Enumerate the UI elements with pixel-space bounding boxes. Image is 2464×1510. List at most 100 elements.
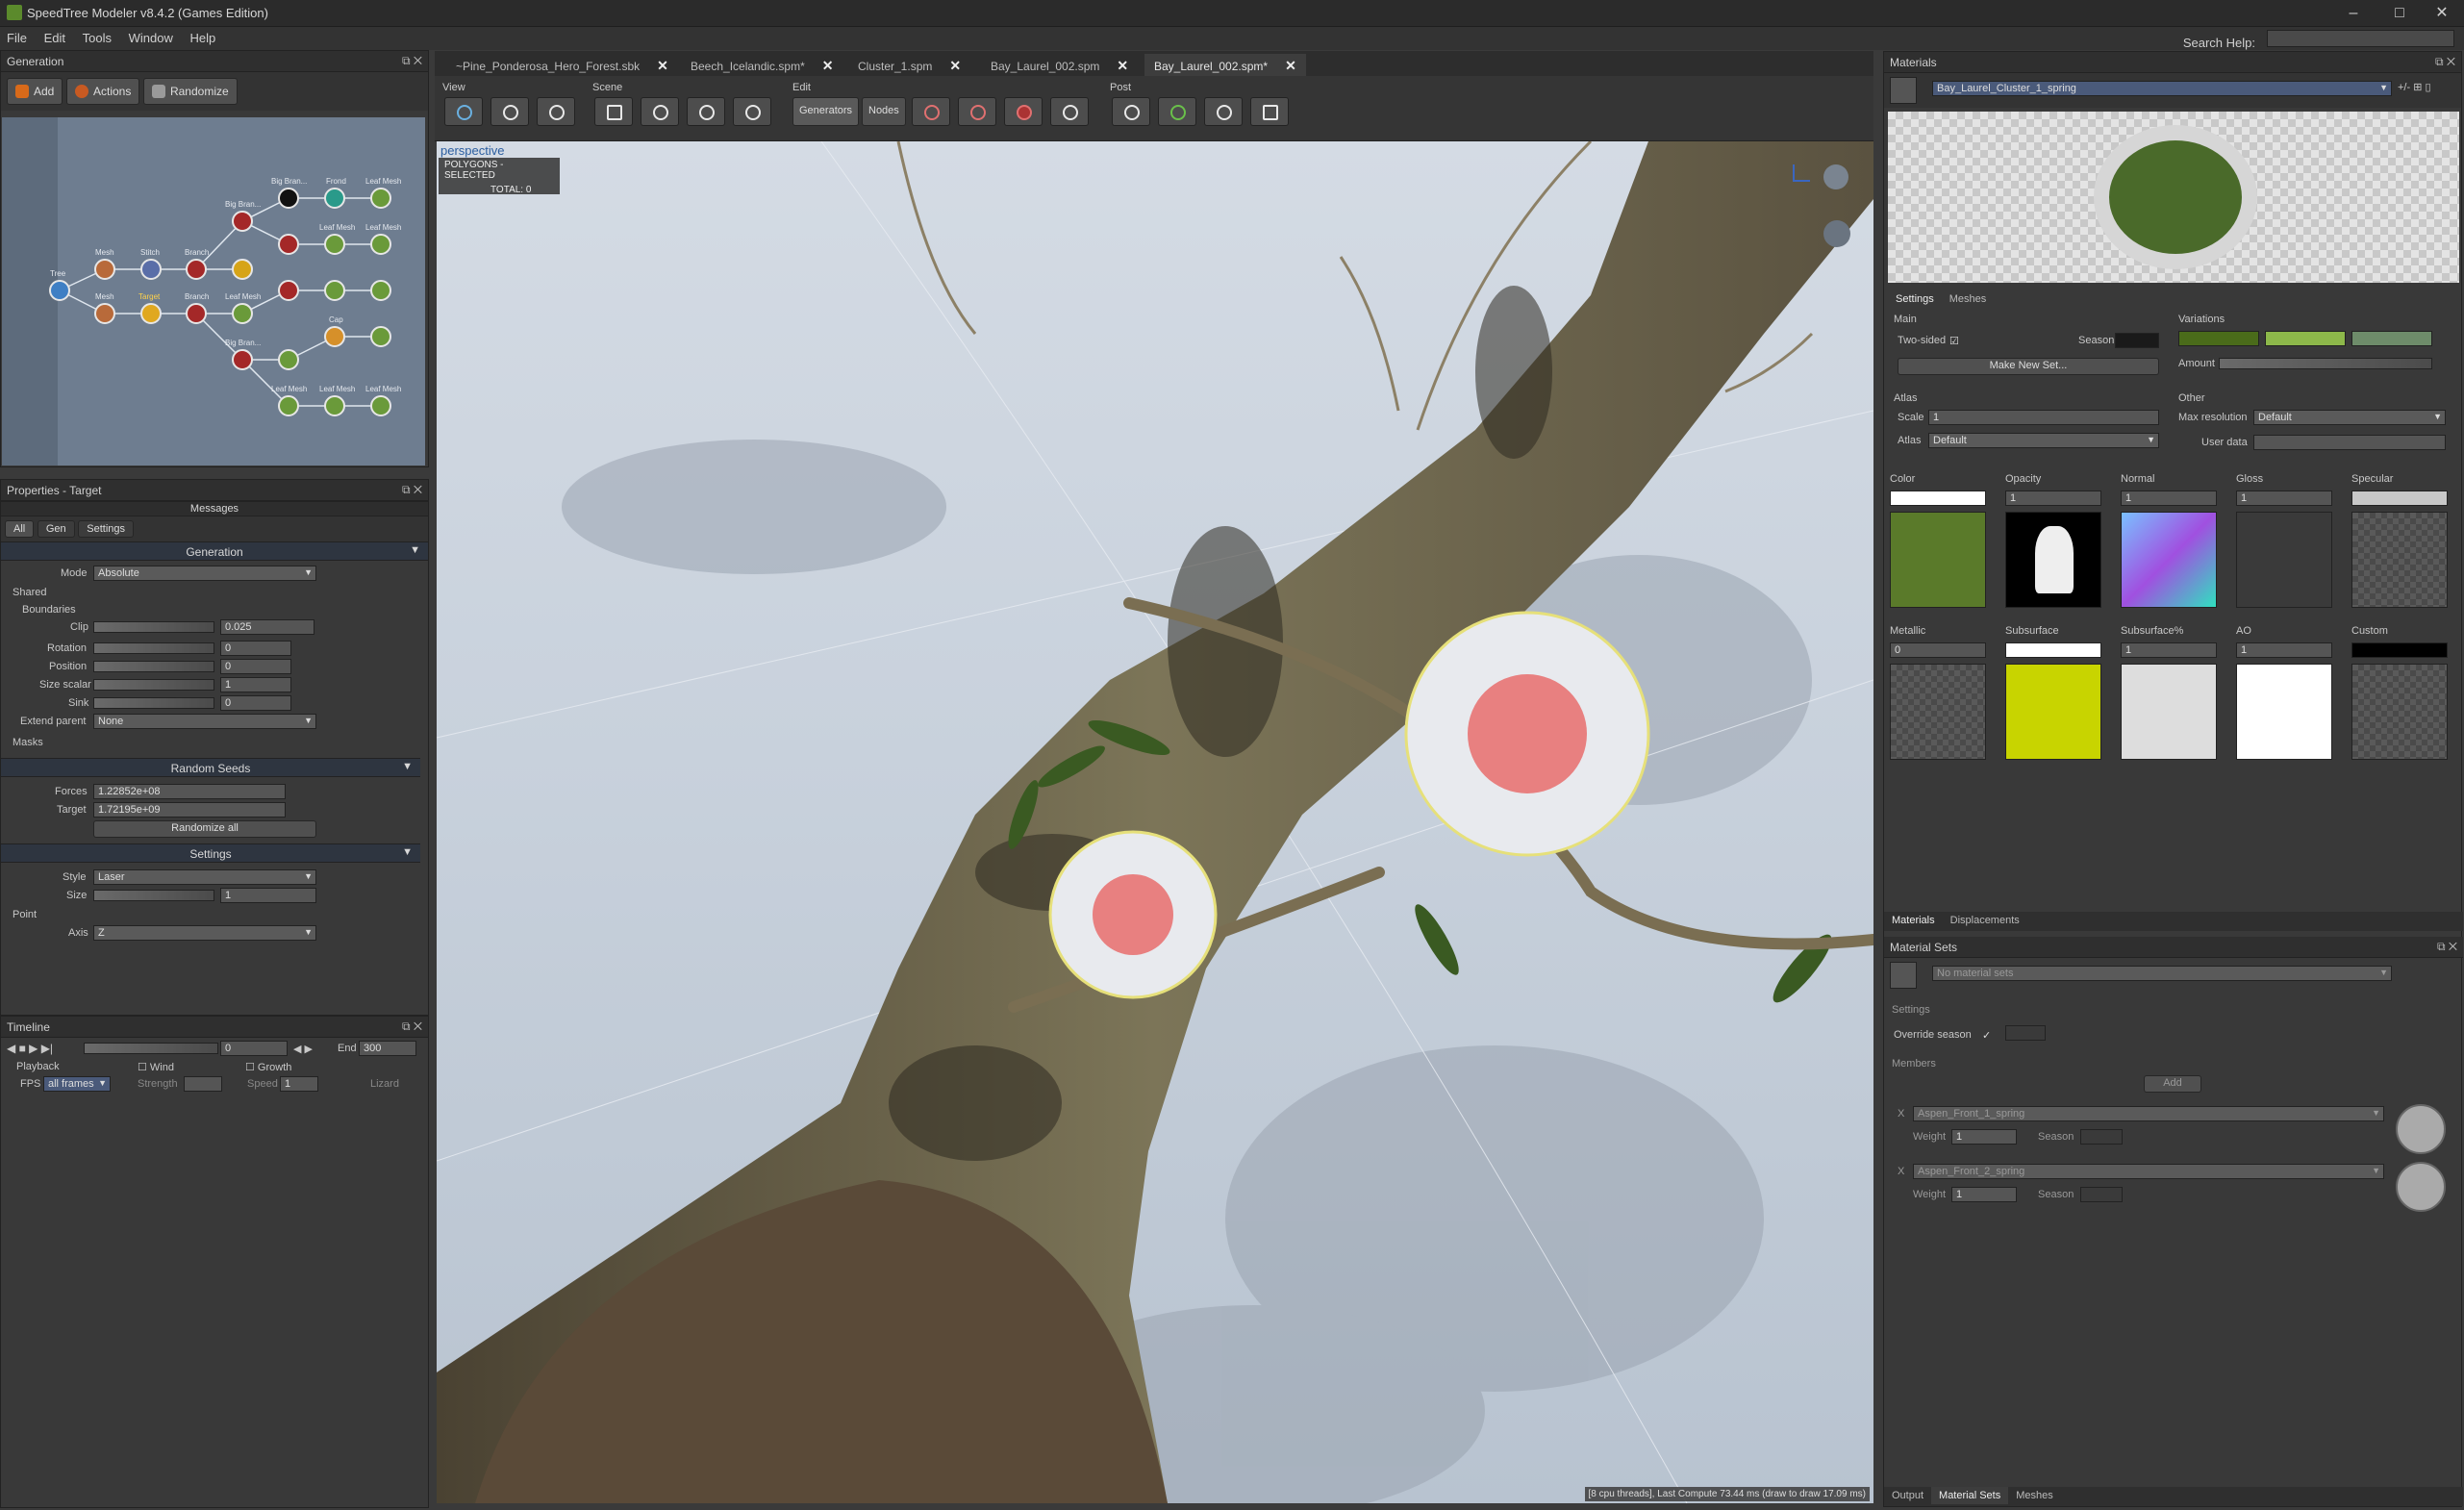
clip-slider[interactable] [93, 621, 214, 633]
rotation-slider[interactable] [93, 642, 214, 654]
metallic-value[interactable]: 0 [1890, 642, 1986, 658]
close-tab-icon[interactable]: ✕ [822, 58, 834, 73]
normal-texture-thumbnail[interactable] [2121, 512, 2217, 608]
speed-field[interactable]: 1 [280, 1076, 318, 1092]
remove-member-1-icon[interactable]: X [1898, 1108, 1904, 1120]
make-new-set-button[interactable]: Make New Set... [1898, 358, 2159, 375]
leaf-mesh-node-icon[interactable] [278, 349, 299, 370]
viewport-mode-label[interactable]: perspective [440, 143, 504, 158]
size-field[interactable]: 1 [220, 888, 316, 903]
leaf-mesh-node-icon[interactable] [324, 395, 345, 416]
panel-close-icon[interactable]: ⧉ ✕ [402, 54, 422, 68]
generation-section-header[interactable]: Generation ▼ [1, 541, 428, 561]
custom-swatch[interactable] [2351, 642, 2448, 658]
menu-edit[interactable]: Edit [38, 27, 72, 49]
subsurface-swatch[interactable] [2005, 642, 2101, 658]
camera-icon[interactable] [1823, 220, 1850, 247]
menu-help[interactable]: Help [183, 27, 222, 49]
edit-tool-4-button[interactable] [1050, 97, 1089, 126]
close-tab-icon[interactable]: ✕ [1285, 58, 1296, 73]
growth-checkbox[interactable]: ☐ Growth [245, 1061, 291, 1073]
branch-node-icon[interactable] [278, 280, 299, 301]
subtab-settings[interactable]: Settings [1888, 290, 1942, 308]
position-slider[interactable] [93, 661, 214, 672]
tab-output[interactable]: Output [1884, 1487, 1931, 1504]
metallic-texture-thumbnail[interactable] [1890, 664, 1986, 760]
panel-close-icon[interactable]: ⧉ ✕ [402, 1019, 422, 1034]
fps-dropdown[interactable]: all frames [43, 1076, 111, 1092]
gloss-texture-thumbnail[interactable] [2236, 512, 2332, 608]
step-icons[interactable]: ◀ ▶ [293, 1043, 313, 1055]
gloss-value[interactable]: 1 [2236, 491, 2332, 506]
3d-viewport[interactable]: perspective POLYGONS - SELECTED TOTAL: 0… [437, 141, 1873, 1503]
edit-tool-3-button[interactable] [1004, 97, 1043, 126]
edit-tool-1-button[interactable] [912, 97, 950, 126]
scene-curve-button[interactable] [594, 97, 633, 126]
branch-node-icon[interactable] [232, 349, 253, 370]
subsurface-percent-texture-thumbnail[interactable] [2121, 664, 2217, 760]
forces-seed-field[interactable]: 1.22852e+08 [93, 784, 286, 799]
camera-orbit-button[interactable] [490, 97, 529, 126]
post-tool-3-button[interactable] [1204, 97, 1243, 126]
scale-field[interactable]: 1 [1928, 410, 2159, 425]
zoom-button[interactable] [537, 97, 575, 126]
color-texture-thumbnail[interactable] [1890, 512, 1986, 608]
tab-material-sets[interactable]: Material Sets [1931, 1487, 2009, 1504]
normal-value[interactable]: 1 [2121, 491, 2217, 506]
specular-texture-thumbnail[interactable] [2351, 512, 2448, 608]
member-2-weight-field[interactable]: 1 [1951, 1187, 2017, 1202]
hand-icon[interactable] [1890, 77, 1917, 104]
size-scalar-field[interactable]: 1 [220, 677, 291, 692]
menu-window[interactable]: Window [122, 27, 180, 49]
max-resolution-dropdown[interactable]: Default [2253, 410, 2446, 425]
leaf-mesh-node-icon[interactable] [370, 326, 391, 347]
two-sided-checkbox[interactable]: ☑ [1949, 335, 1959, 347]
season-swatch[interactable] [2115, 333, 2159, 348]
frame-field[interactable]: 0 [220, 1041, 288, 1056]
material-preview[interactable] [1888, 112, 2459, 283]
axis-dropdown[interactable]: Z [93, 925, 316, 941]
panel-close-icon[interactable]: ⧉ ✕ [2435, 55, 2455, 69]
opacity-texture-thumbnail[interactable] [2005, 512, 2101, 608]
add-button[interactable]: Add [7, 78, 63, 105]
maximize-button[interactable]: □ [2381, 2, 2418, 25]
leaf-mesh-node-icon[interactable] [370, 234, 391, 255]
tab-all[interactable]: All [5, 520, 35, 538]
mesh-node-icon[interactable] [94, 259, 115, 280]
tab-settings[interactable]: Settings [78, 520, 135, 538]
close-tab-icon[interactable]: ✕ [1117, 58, 1128, 73]
leaf-mesh-node-icon[interactable] [324, 280, 345, 301]
user-data-field[interactable] [2253, 435, 2446, 450]
style-dropdown[interactable]: Laser [93, 869, 316, 885]
variation-swatch-2[interactable] [2265, 331, 2346, 346]
ao-value[interactable]: 1 [2236, 642, 2332, 658]
branch-node-icon[interactable] [186, 259, 207, 280]
nodes-button[interactable]: Nodes [862, 97, 906, 126]
wind-checkbox[interactable]: ☐ Wind [138, 1061, 174, 1073]
clip-field[interactable]: 0.025 [220, 619, 314, 635]
extend-parent-dropdown[interactable]: None [93, 714, 316, 729]
tab-materials[interactable]: Materials [1884, 912, 1943, 929]
specular-swatch[interactable] [2351, 491, 2448, 506]
leaf-mesh-node-icon[interactable] [324, 234, 345, 255]
material-add-icons[interactable]: +/- ⊞ ▯ [2398, 81, 2431, 93]
tab-doc-3[interactable]: Cluster_1.spm ✕ [848, 54, 970, 76]
member-1-weight-field[interactable]: 1 [1951, 1129, 2017, 1145]
panel-close-icon[interactable]: ⧉ ✕ [402, 483, 422, 497]
position-field[interactable]: 0 [220, 659, 291, 674]
sink-field[interactable]: 0 [220, 695, 291, 711]
strength-field[interactable] [184, 1076, 222, 1092]
leaf-mesh-node-icon[interactable] [278, 395, 299, 416]
tree-node-icon[interactable] [49, 280, 70, 301]
stitch-node-icon[interactable] [140, 259, 162, 280]
cap-node-icon[interactable] [324, 326, 345, 347]
randomize-button[interactable]: Randomize [142, 78, 238, 105]
override-season-checkbox[interactable]: ✓ [1982, 1029, 1991, 1042]
material-sets-dropdown[interactable]: No material sets [1932, 966, 2392, 981]
opacity-value[interactable]: 1 [2005, 491, 2101, 506]
rotation-field[interactable]: 0 [220, 641, 291, 656]
member-1-season-swatch[interactable] [2080, 1129, 2123, 1145]
settings-section-header[interactable]: Settings ▼ [1, 843, 420, 863]
close-button[interactable]: ✕ [2424, 2, 2460, 25]
tab-displacements[interactable]: Displacements [1943, 912, 2027, 929]
